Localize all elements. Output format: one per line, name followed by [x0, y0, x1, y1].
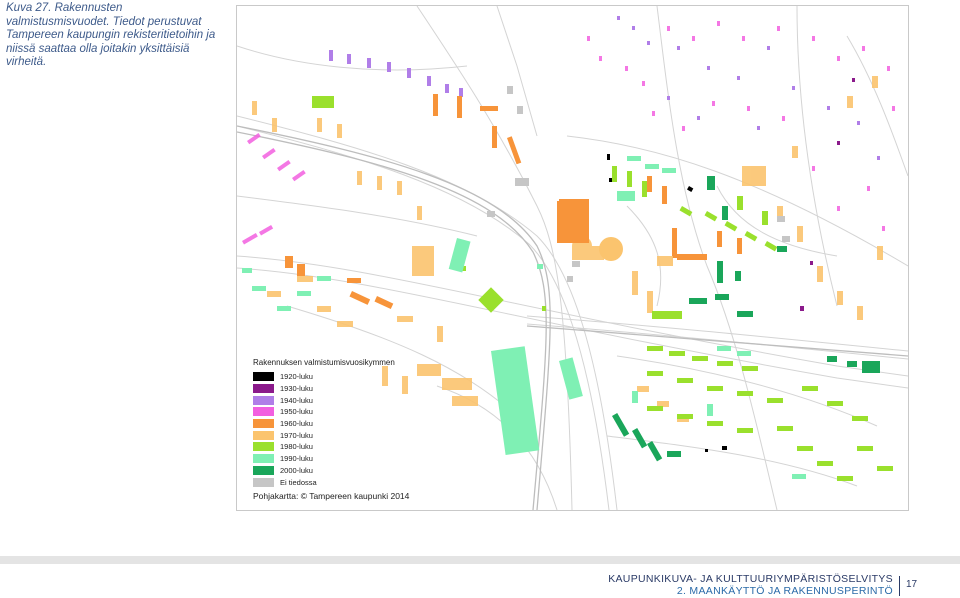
footer-band — [0, 556, 960, 564]
legend-swatch — [253, 442, 274, 452]
legend-item: 1980-luku — [253, 441, 423, 453]
footer-title-line1: KAUPUNKIKUVA- JA KULTTUURIYMPÄRISTÖSELVI… — [608, 573, 893, 585]
map-legend: Rakennuksen valmistumisvuosikymmen 1920-… — [253, 358, 423, 488]
map-source-note: Pohjakartta: © Tampereen kaupunki 2014 — [253, 491, 410, 501]
footer-divider — [899, 576, 900, 596]
legend-label: 1970-luku — [280, 430, 313, 440]
legend-label: 1930-luku — [280, 384, 313, 394]
legend-swatch — [253, 407, 274, 417]
legend-title: Rakennuksen valmistumisvuosikymmen — [253, 358, 395, 367]
legend-label: 1980-luku — [280, 442, 313, 452]
legend-label: 1920-luku — [280, 372, 313, 382]
legend-label: Ei tiedossa — [280, 477, 317, 487]
legend-item: 1990-luku — [253, 453, 423, 465]
figure-caption: Kuva 27. Rakennusten valmistusmisvuodet.… — [6, 2, 216, 68]
legend-label: 1940-luku — [280, 395, 313, 405]
legend-swatch — [253, 454, 274, 464]
footer-title-line2: 2. MAANKÄYTTÖ JA RAKENNUSPERINTÖ — [676, 585, 893, 597]
legend-label: 1950-luku — [280, 407, 313, 417]
buildings-1930s — [800, 78, 855, 311]
legend-label: 2000-luku — [280, 465, 313, 475]
legend-swatch — [253, 419, 274, 429]
legend-swatch — [253, 430, 274, 440]
legend-item: 1940-luku — [253, 394, 423, 406]
legend-item: 1950-luku — [253, 406, 423, 418]
legend-item: 1970-luku — [253, 429, 423, 441]
legend-item: 1920-luku — [253, 371, 423, 383]
shopping-centre-1960s — [559, 199, 589, 243]
legend-item: Ei tiedossa — [253, 476, 423, 488]
legend-swatch — [253, 465, 274, 475]
legend-item: 2000-luku — [253, 465, 423, 477]
legend-item: 1960-luku — [253, 418, 423, 430]
legend-label: 1990-luku — [280, 454, 313, 464]
legend-swatch — [253, 395, 274, 405]
footer-publication-title: KAUPUNKIKUVA- JA KULTTUURIYMPÄRISTÖSELVI… — [608, 573, 893, 597]
legend-label: 1960-luku — [280, 419, 313, 429]
legend-item: 1930-luku — [253, 383, 423, 395]
page-number: 17 — [906, 579, 918, 590]
legend-swatch — [253, 372, 274, 382]
legend-swatch — [253, 384, 274, 394]
round-building-1970s — [599, 237, 623, 261]
legend-swatch — [253, 477, 274, 487]
